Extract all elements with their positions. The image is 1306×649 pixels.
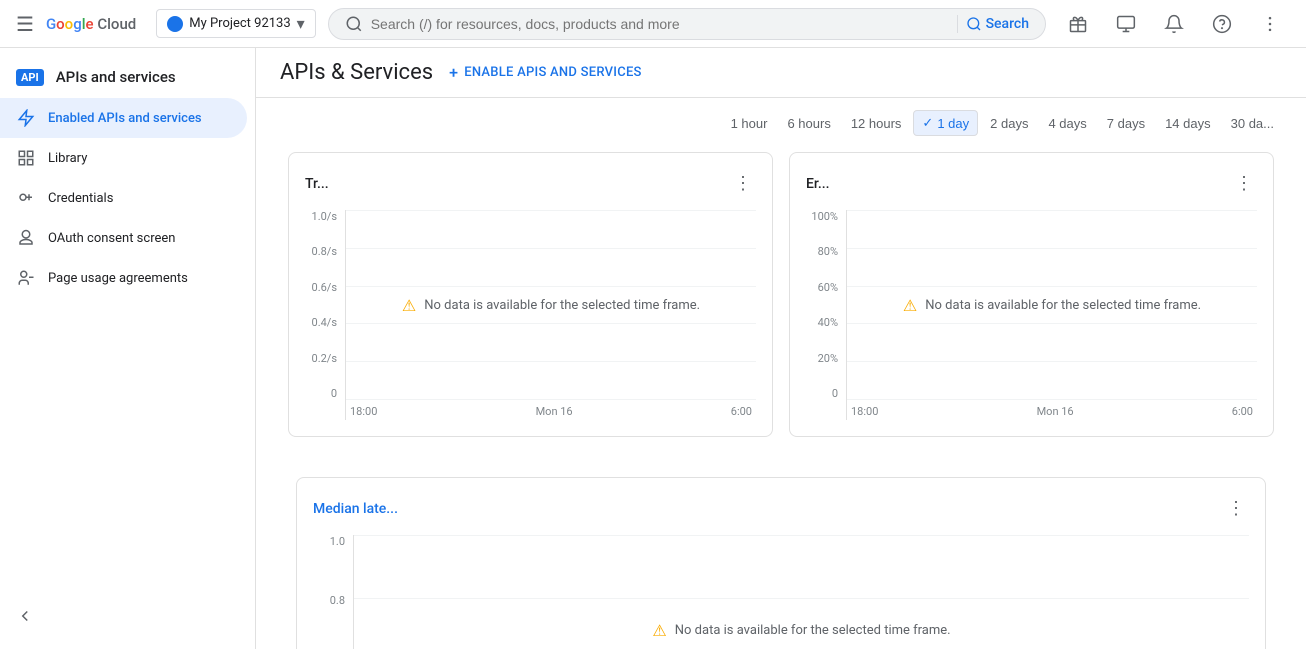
sidebar-item-credentials[interactable]: Credentials [0, 178, 247, 218]
bell-icon[interactable] [1154, 4, 1194, 44]
page-usage-icon [16, 268, 36, 288]
sidebar-item-label: Enabled APIs and services [48, 111, 202, 126]
search-btn-icon [966, 16, 982, 32]
warning-icon: ⚠ [402, 296, 416, 315]
oauth-icon [16, 228, 36, 248]
search-bar: Search [328, 8, 1046, 40]
chevron-down-icon: ▾ [297, 14, 305, 33]
chart-title: Er... [806, 176, 830, 192]
time-btn-2days[interactable]: 2 days [982, 112, 1036, 135]
chart-plot-area: ⚠ No data is available for the selected … [846, 210, 1257, 420]
topbar-icons [1058, 4, 1290, 44]
chart-xaxis: 18:00 Mon 16 6:00 [847, 403, 1257, 420]
time-btn-14days[interactable]: 14 days [1157, 112, 1219, 135]
chart-header: Median late... ⋮ [313, 494, 1249, 523]
chart-plot-area: ⚠ No data is available for the selected … [353, 535, 1249, 649]
search-input[interactable] [371, 16, 949, 32]
sidebar-header: API APIs and services [0, 56, 255, 98]
project-selector[interactable]: My Project 92133 ▾ [156, 9, 315, 38]
time-btn-6hours[interactable]: 6 hours [779, 112, 838, 135]
main-layout: API APIs and services Enabled APIs and s… [0, 48, 1306, 649]
no-data-message: ⚠ No data is available for the selected … [346, 210, 756, 400]
project-name: My Project 92133 [189, 16, 290, 31]
sidebar-item-enabled-apis[interactable]: Enabled APIs and services [0, 98, 247, 138]
time-btn-12hours[interactable]: 12 hours [843, 112, 910, 135]
chart-yaxis: 100% 80% 60% 40% 20% 0 [806, 210, 846, 420]
chart-menu-icon[interactable]: ⋮ [1231, 169, 1257, 198]
content-area: APIs & Services + ENABLE APIS AND SERVIC… [256, 48, 1306, 649]
chart-yaxis: 1.0/s 0.8/s 0.6/s 0.4/s 0.2/s 0 [305, 210, 345, 420]
chart-menu-icon[interactable]: ⋮ [1223, 494, 1249, 523]
sidebar-title: APIs and services [56, 68, 176, 86]
chart-xaxis: 18:00 Mon 16 6:00 [346, 403, 756, 420]
enable-apis-button[interactable]: + ENABLE APIS AND SERVICES [449, 63, 642, 82]
chart-title: Median late... [313, 501, 398, 517]
chart-title: Tr... [305, 176, 329, 192]
chart-body: 1.0/s 0.8/s 0.6/s 0.4/s 0.2/s 0 [305, 210, 756, 420]
content-header: APIs & Services + ENABLE APIS AND SERVIC… [256, 48, 1306, 98]
sidebar-item-label: Page usage agreements [48, 271, 188, 286]
chart-header: Er... ⋮ [806, 169, 1257, 198]
no-data-message: ⚠ No data is available for the selected … [354, 535, 1249, 649]
more-icon[interactable] [1250, 4, 1290, 44]
api-badge: API [16, 69, 44, 86]
topbar: ☰ Google Cloud My Project 92133 ▾ Search [0, 0, 1306, 48]
sidebar-collapse-button[interactable] [0, 591, 255, 641]
project-dot [167, 16, 183, 32]
sidebar-item-oauth[interactable]: OAuth consent screen [0, 218, 247, 258]
chart-body: 1.0 0.8 0.6 0.4 ⚠ [313, 535, 1249, 649]
warning-icon: ⚠ [903, 296, 917, 315]
sidebar-item-page-usage[interactable]: Page usage agreements [0, 258, 247, 298]
no-data-message: ⚠ No data is available for the selected … [847, 210, 1257, 400]
sidebar: API APIs and services Enabled APIs and s… [0, 48, 256, 649]
sidebar-item-library[interactable]: Library [0, 138, 247, 178]
time-btn-30days[interactable]: 30 da... [1223, 112, 1282, 135]
chart-plot-area: ⚠ No data is available for the selected … [345, 210, 756, 420]
bottom-chart-row: Median late... ⋮ 1.0 0.8 0.6 0.4 [256, 477, 1306, 649]
search-divider [957, 15, 958, 33]
traffic-chart: Tr... ⋮ 1.0/s 0.8/s 0.6/s 0.4/s 0.2/s 0 [288, 152, 773, 437]
time-btn-1hour[interactable]: 1 hour [723, 112, 776, 135]
time-btn-4days[interactable]: 4 days [1040, 112, 1094, 135]
time-range-bar: 1 hour 6 hours 12 hours ✓ 1 day 2 days 4… [256, 98, 1306, 144]
plus-icon: + [449, 63, 458, 82]
search-button[interactable]: Search [966, 16, 1029, 32]
chart-menu-icon[interactable]: ⋮ [730, 169, 756, 198]
gift-icon[interactable] [1058, 4, 1098, 44]
page-title: APIs & Services [280, 60, 433, 85]
errors-chart: Er... ⋮ 100% 80% 60% 40% 20% 0 [789, 152, 1274, 437]
time-btn-1day[interactable]: ✓ 1 day [913, 110, 978, 136]
chart-header: Tr... ⋮ [305, 169, 756, 198]
check-icon: ✓ [922, 115, 933, 131]
sidebar-item-label: Library [48, 151, 87, 166]
warning-icon: ⚠ [652, 621, 666, 640]
time-btn-7days[interactable]: 7 days [1099, 112, 1153, 135]
library-icon [16, 148, 36, 168]
menu-icon[interactable]: ☰ [16, 12, 34, 36]
credentials-icon [16, 188, 36, 208]
chart-yaxis: 1.0 0.8 0.6 0.4 [313, 535, 353, 649]
google-cloud-logo: Google Cloud [46, 15, 136, 33]
help-icon[interactable] [1202, 4, 1242, 44]
enabled-apis-icon [16, 108, 36, 128]
chart-body: 100% 80% 60% 40% 20% 0 [806, 210, 1257, 420]
monitor-icon[interactable] [1106, 4, 1146, 44]
median-latency-chart: Median late... ⋮ 1.0 0.8 0.6 0.4 [296, 477, 1266, 649]
sidebar-item-label: OAuth consent screen [48, 231, 175, 246]
search-icon [345, 15, 363, 33]
sidebar-item-label: Credentials [48, 191, 113, 206]
charts-grid: Tr... ⋮ 1.0/s 0.8/s 0.6/s 0.4/s 0.2/s 0 [256, 144, 1306, 469]
